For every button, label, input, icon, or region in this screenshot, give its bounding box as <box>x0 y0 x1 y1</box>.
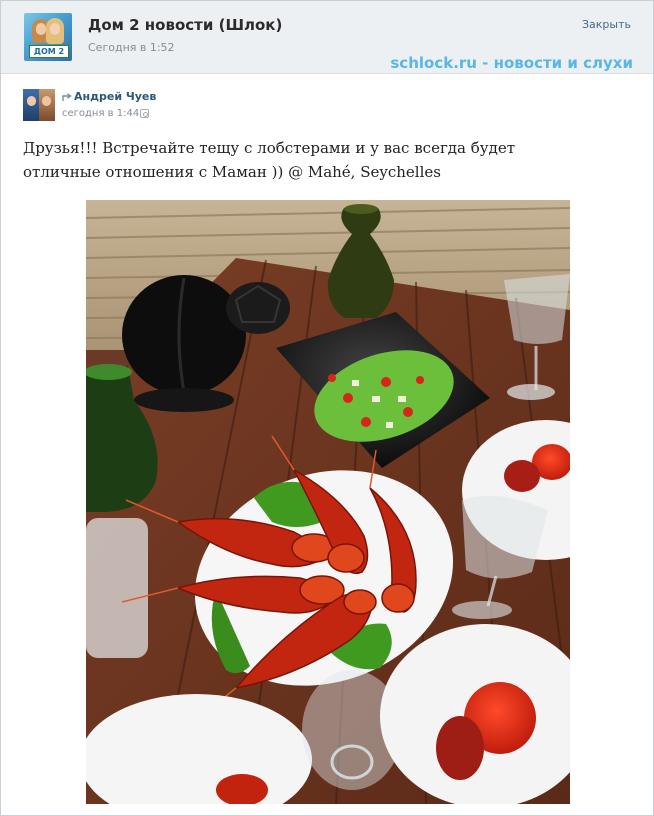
photo-illustration <box>86 200 570 804</box>
avatar-face-right <box>50 23 60 35</box>
post-time[interactable]: сегодня в 1:44 <box>62 108 139 119</box>
group-name[interactable]: Дом 2 новости (Шлок) <box>88 16 282 34</box>
post-text: Друзья!!! Встречайте тещу с лобстерами и… <box>23 139 516 181</box>
post-photo[interactable] <box>86 200 570 804</box>
avatar-face-left <box>27 96 36 106</box>
post-window: ДОМ 2 Дом 2 новости (Шлок) Сегодня в 1:5… <box>0 0 654 816</box>
author-avatar[interactable] <box>23 89 55 121</box>
avatar-face-right <box>42 96 51 106</box>
instagram-icon <box>140 109 149 118</box>
avatar-face-left <box>36 23 46 35</box>
avatar-logo: ДОМ 2 <box>29 45 69 58</box>
group-avatar[interactable]: ДОМ 2 <box>24 13 72 61</box>
close-button[interactable]: Закрыть <box>582 18 631 31</box>
repost-arrow-icon <box>62 93 72 101</box>
author-name[interactable]: Андрей Чуев <box>74 90 156 103</box>
site-watermark: schlock.ru - новости и слухи <box>390 54 633 72</box>
group-post-time[interactable]: Сегодня в 1:52 <box>88 41 175 54</box>
